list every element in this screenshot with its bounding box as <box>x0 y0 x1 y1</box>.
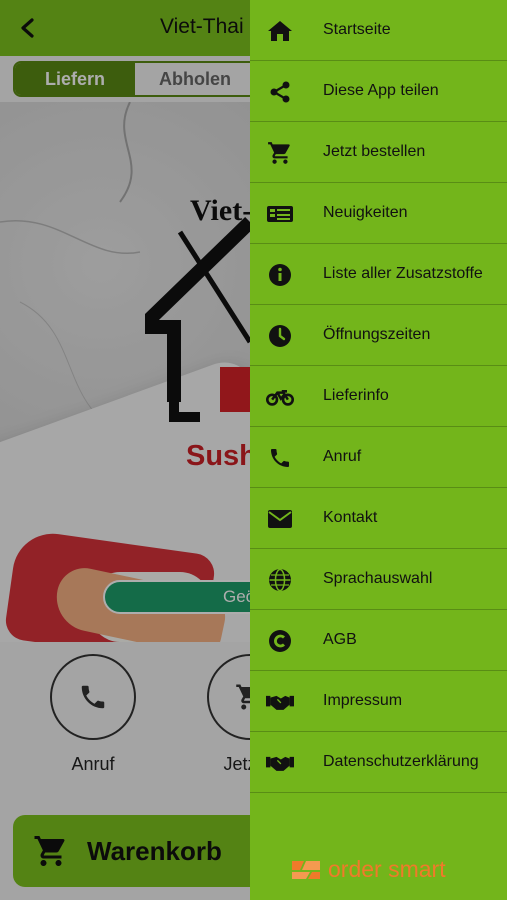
menu-label-sprachauswahl: Sprachauswahl <box>323 570 433 587</box>
menu-item-zusatzstoffe[interactable]: Liste aller Zusatzstoffe <box>250 244 507 305</box>
cart-icon <box>266 139 294 167</box>
envelope-icon <box>266 505 294 533</box>
menu-item-sprachauswahl[interactable]: Sprachauswahl <box>250 549 507 610</box>
menu-item-app-teilen[interactable]: Diese App teilen <box>250 61 507 122</box>
phone-icon <box>266 444 294 472</box>
order-smart-logo-icon <box>292 860 320 879</box>
clock-icon <box>266 322 294 350</box>
menu-item-impressum[interactable]: Impressum <box>250 671 507 732</box>
handshake-icon <box>266 688 294 716</box>
menu-item-startseite[interactable]: Startseite <box>250 0 507 61</box>
menu-label-agb: AGB <box>323 631 357 648</box>
handshake-icon <box>266 749 294 777</box>
menu-label-zusatzstoffe: Liste aller Zusatzstoffe <box>323 265 483 282</box>
menu-item-oeffnungszeiten[interactable]: Öffnungszeiten <box>250 305 507 366</box>
brand-name: order smart <box>328 856 446 882</box>
menu-item-jetzt-bestellen[interactable]: Jetzt bestellen <box>250 122 507 183</box>
menu-label-kontakt: Kontakt <box>323 509 378 526</box>
motorcycle-icon <box>266 383 294 411</box>
menu-label-jetzt-bestellen: Jetzt bestellen <box>323 143 426 160</box>
menu-item-anruf[interactable]: Anruf <box>250 427 507 488</box>
menu-item-agb[interactable]: AGB <box>250 610 507 671</box>
menu-item-kontakt[interactable]: Kontakt <box>250 488 507 549</box>
menu-label-datenschutz: Datenschutzerklärung <box>323 753 479 770</box>
menu-label-anruf: Anruf <box>323 448 362 465</box>
menu-item-datenschutz[interactable]: Datenschutzerklärung <box>250 732 507 793</box>
menu-label-startseite: Startseite <box>323 21 391 38</box>
globe-icon <box>266 566 294 594</box>
info-icon <box>266 261 294 289</box>
home-icon <box>266 17 294 45</box>
menu-item-neuigkeiten[interactable]: Neuigkeiten <box>250 183 507 244</box>
menu-label-oeffnungszeiten: Öffnungszeiten <box>323 326 431 343</box>
news-icon <box>266 200 294 228</box>
share-icon <box>266 78 294 106</box>
menu-item-lieferinfo[interactable]: Lieferinfo <box>250 366 507 427</box>
menu-label-lieferinfo: Lieferinfo <box>323 387 389 404</box>
menu-label-neuigkeiten: Neuigkeiten <box>323 204 408 221</box>
copyright-icon <box>266 627 294 655</box>
menu-label-app-teilen: Diese App teilen <box>323 82 439 99</box>
navigation-drawer: Startseite Diese App teilen Jetzt bestel… <box>250 0 507 900</box>
menu-label-impressum: Impressum <box>323 692 403 709</box>
brand-footer: order smart <box>290 856 446 883</box>
